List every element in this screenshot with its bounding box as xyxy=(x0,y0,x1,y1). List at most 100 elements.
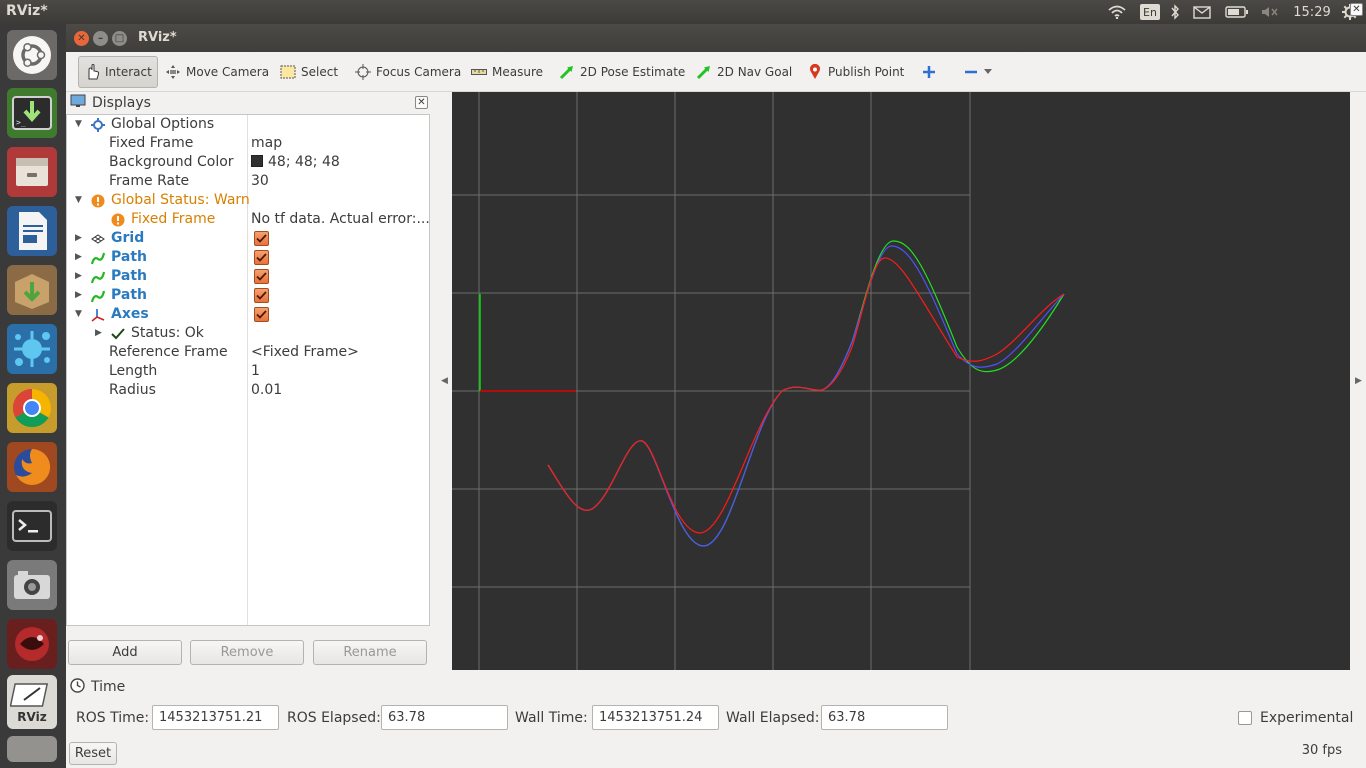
tool-measure[interactable]: Measure xyxy=(466,56,548,88)
reference-frame-label: Reference Frame xyxy=(109,344,228,360)
close-window-icon[interactable]: ✕ xyxy=(74,31,89,46)
rename-display-button[interactable]: Rename xyxy=(313,640,427,665)
tree-row-path[interactable]: ▶ Path xyxy=(67,286,429,305)
ros-elapsed-field[interactable] xyxy=(381,705,508,730)
displays-panel: Displays ✕ ▼ Global Options Fixed Frame … xyxy=(66,92,430,670)
wall-elapsed-field[interactable] xyxy=(821,705,948,730)
ubuntu-dash-icon[interactable] xyxy=(7,30,57,80)
tree-row-axes-status[interactable]: ▶ Status: Ok xyxy=(67,324,429,343)
collapse-arrow-icon[interactable]: ▼ xyxy=(75,191,87,210)
chevron-down-icon xyxy=(984,64,992,80)
reference-frame-value[interactable]: <Fixed Frame> xyxy=(251,343,359,362)
minimize-window-icon[interactable]: – xyxy=(93,31,108,46)
tool-2d-pose-estimate[interactable]: 2D Pose Estimate xyxy=(554,56,690,88)
focus-target-icon xyxy=(355,64,371,80)
grid-enabled-checkbox[interactable] xyxy=(254,231,269,246)
close-panel-icon[interactable]: ✕ xyxy=(415,96,428,109)
wifi-icon[interactable] xyxy=(1106,3,1128,21)
scene-canvas[interactable] xyxy=(452,92,1350,670)
tree-row-frame-rate[interactable]: Frame Rate 30 xyxy=(67,172,429,191)
add-tool-button[interactable] xyxy=(916,56,942,88)
wall-time-field[interactable] xyxy=(592,705,719,730)
close-panel-icon[interactable]: ✕ xyxy=(1350,3,1363,16)
battery-icon[interactable] xyxy=(1224,3,1250,21)
files-icon[interactable] xyxy=(7,147,57,197)
path-enabled-checkbox[interactable] xyxy=(254,250,269,265)
firefox-icon[interactable] xyxy=(7,442,57,492)
radius-value[interactable]: 0.01 xyxy=(251,381,282,400)
tool-2d-nav-goal[interactable]: 2D Nav Goal xyxy=(691,56,797,88)
ros-time-field[interactable] xyxy=(152,705,279,730)
time-panel-header: Time xyxy=(66,677,1366,697)
chrome-icon[interactable] xyxy=(7,383,57,433)
select-box-icon xyxy=(280,64,296,80)
tree-row-status-fixed-frame[interactable]: Fixed Frame No tf data. Actual error:... xyxy=(67,210,429,229)
camera-icon[interactable] xyxy=(7,560,57,610)
expand-arrow-icon[interactable]: ▶ xyxy=(75,267,87,286)
frame-rate-value[interactable]: 30 xyxy=(251,172,269,191)
collapse-right-dock-icon[interactable]: ▶ xyxy=(1355,376,1362,386)
path-enabled-checkbox[interactable] xyxy=(254,288,269,303)
expand-arrow-icon[interactable]: ▶ xyxy=(75,286,87,305)
displays-panel-header: Displays xyxy=(66,92,430,114)
keyboard-language-indicator[interactable]: En xyxy=(1140,4,1160,20)
mail-icon[interactable] xyxy=(1191,3,1213,21)
green-arrow-icon xyxy=(696,64,712,80)
tool-select-label: Select xyxy=(301,65,339,79)
axes-icon xyxy=(90,307,105,322)
path-icon xyxy=(90,269,105,284)
tree-row-fixed-frame[interactable]: Fixed Frame map xyxy=(67,134,429,153)
ros-time-label: ROS Time: xyxy=(76,710,150,726)
render-viewport[interactable] xyxy=(452,92,1350,670)
expand-arrow-icon[interactable]: ▶ xyxy=(75,229,87,248)
tree-row-path[interactable]: ▶ Path xyxy=(67,267,429,286)
axes-enabled-checkbox[interactable] xyxy=(254,307,269,322)
paint-splash-icon[interactable] xyxy=(7,324,57,374)
tool-interact[interactable]: Interact xyxy=(78,56,158,88)
tree-row-radius[interactable]: Radius 0.01 xyxy=(67,381,429,400)
remove-display-button[interactable]: Remove xyxy=(190,640,304,665)
window-title: RViz* xyxy=(138,30,177,45)
expand-arrow-icon[interactable]: ▶ xyxy=(95,324,107,343)
tree-row-path[interactable]: ▶ Path xyxy=(67,248,429,267)
wall-elapsed-label: Wall Elapsed: xyxy=(726,710,820,726)
fixed-frame-value[interactable]: map xyxy=(251,134,282,153)
background-color-value-field[interactable]: 48; 48; 48 xyxy=(251,153,340,172)
collapse-arrow-icon[interactable]: ▼ xyxy=(75,115,87,134)
tool-focus-camera[interactable]: Focus Camera xyxy=(350,56,466,88)
terminal-icon[interactable] xyxy=(7,501,57,551)
rviz-icon[interactable]: RViz xyxy=(7,675,57,729)
reset-button[interactable]: Reset xyxy=(69,742,117,765)
install-terminal-icon[interactable]: >_ xyxy=(7,88,57,138)
volume-mute-icon[interactable] xyxy=(1260,3,1280,21)
tree-row-background-color[interactable]: Background Color 48; 48; 48 xyxy=(67,153,429,172)
clock[interactable]: 15:29 xyxy=(1292,3,1332,21)
green-arrow-icon xyxy=(559,64,575,80)
length-value[interactable]: 1 xyxy=(251,362,260,381)
tree-row-global-status[interactable]: ▼ Global Status: Warn xyxy=(67,191,429,210)
add-display-button[interactable]: Add xyxy=(68,640,182,665)
length-label: Length xyxy=(109,363,158,379)
bluetooth-icon[interactable] xyxy=(1168,3,1182,21)
maximize-window-icon[interactable]: □ xyxy=(112,31,127,46)
remove-tool-button[interactable] xyxy=(958,56,997,88)
ros-turtle-icon[interactable] xyxy=(7,619,57,669)
collapse-arrow-icon[interactable]: ▼ xyxy=(75,305,87,324)
writer-icon[interactable] xyxy=(7,206,57,256)
experimental-checkbox[interactable] xyxy=(1238,711,1252,725)
tool-select[interactable]: Select xyxy=(275,56,343,88)
tree-row-reference-frame[interactable]: Reference Frame <Fixed Frame> xyxy=(67,343,429,362)
system-top-bar: RViz* En 15:29 xyxy=(0,0,1366,24)
tool-publish-point[interactable]: Publish Point xyxy=(802,56,909,88)
experimental-label: Experimental xyxy=(1260,710,1354,726)
tree-row-global-options[interactable]: ▼ Global Options xyxy=(67,115,429,134)
tool-move-camera-label: Move Camera xyxy=(186,65,270,79)
tree-row-axes[interactable]: ▼ Axes xyxy=(67,305,429,324)
collapse-left-dock-icon[interactable]: ◀ xyxy=(441,376,448,386)
tree-row-length[interactable]: Length 1 xyxy=(67,362,429,381)
tree-row-grid[interactable]: ▶ Grid xyxy=(67,229,429,248)
expand-arrow-icon[interactable]: ▶ xyxy=(75,248,87,267)
path-enabled-checkbox[interactable] xyxy=(254,269,269,284)
archive-installer-icon[interactable] xyxy=(7,265,57,315)
tool-move-camera[interactable]: Move Camera xyxy=(160,56,274,88)
